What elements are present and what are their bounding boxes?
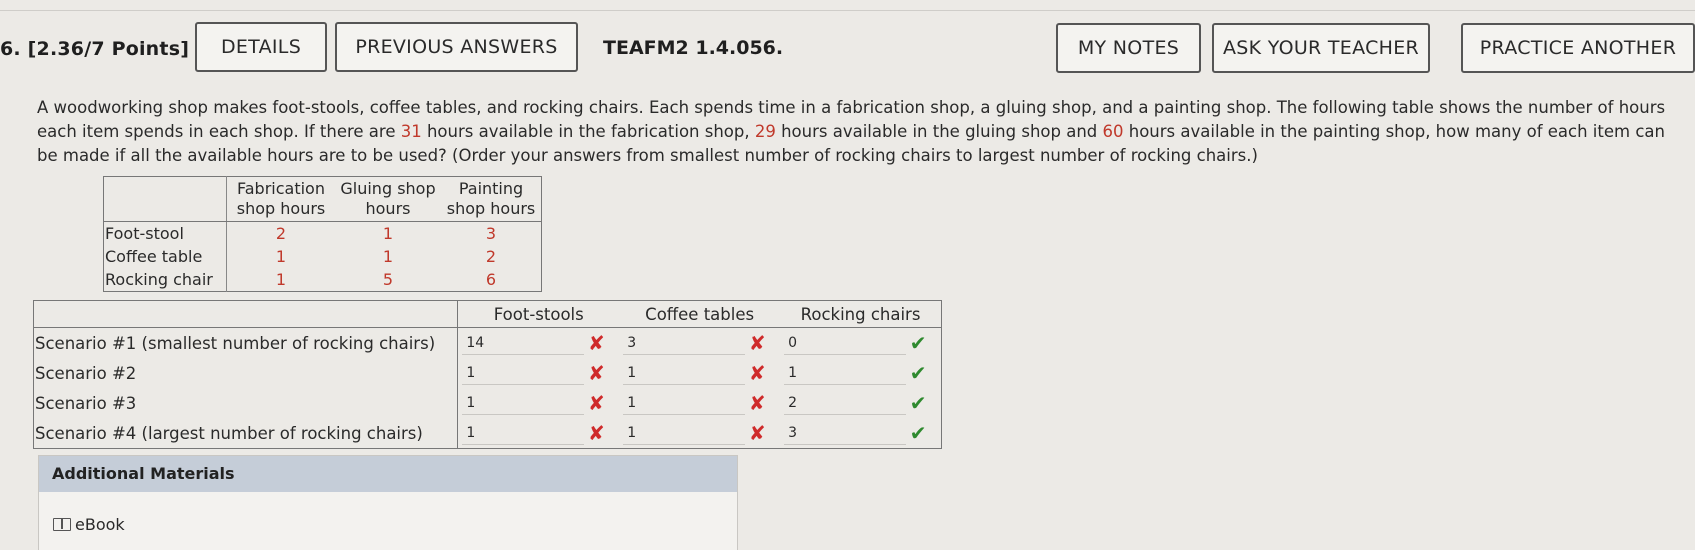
ebook-link[interactable]: eBook bbox=[53, 515, 125, 534]
rocking-chairs-answer-input[interactable]: 2 bbox=[784, 391, 907, 415]
additional-materials-panel: Additional Materials eBook bbox=[38, 455, 738, 550]
prompt-text-3: hours available in the gluing shop and bbox=[775, 122, 1103, 141]
rocking-chairs-answer-input[interactable]: 1 bbox=[784, 361, 907, 385]
hours-table-corner bbox=[103, 176, 227, 222]
scenario-row: Scenario #4 (largest number of rocking c… bbox=[33, 418, 942, 449]
ebook-label[interactable]: eBook bbox=[75, 515, 125, 534]
hours-cell: 3 bbox=[485, 224, 497, 243]
prompt-text-2: hours available in the fabrication shop, bbox=[421, 122, 755, 141]
hours-row-label: Rocking chair bbox=[103, 268, 227, 292]
check-mark-icon: ✔ bbox=[909, 331, 927, 355]
scenario-row: Scenario #2 1 ✘ 1 ✘ 1 ✔ bbox=[33, 358, 942, 388]
gluing-header: Gluing shop hours bbox=[335, 176, 441, 222]
coffee-tables-answer-input[interactable]: 1 bbox=[623, 361, 746, 385]
hours-cell: 5 bbox=[382, 270, 394, 289]
question-header: 6. [2.36/7 Points] DETAILS PREVIOUS ANSW… bbox=[0, 22, 1695, 76]
hours-row-label: Coffee table bbox=[103, 245, 227, 268]
hours-row: Coffee table 1 1 2 bbox=[103, 245, 542, 268]
hours-cell: 2 bbox=[485, 247, 497, 266]
painting-header: Painting shop hours bbox=[441, 176, 542, 222]
hours-cell: 1 bbox=[382, 247, 394, 266]
scenario-row: Scenario #1 (smallest number of rocking … bbox=[33, 327, 942, 358]
hours-row-label: Foot-stool bbox=[103, 221, 227, 245]
scenario-row: Scenario #3 1 ✘ 1 ✘ 2 ✔ bbox=[33, 388, 942, 418]
x-mark-icon: ✘ bbox=[587, 361, 605, 385]
hours-row: Foot-stool 2 1 3 bbox=[103, 221, 542, 245]
details-button[interactable]: DETAILS bbox=[195, 22, 327, 72]
hours-cell: 2 bbox=[275, 224, 287, 243]
foot-stools-header: Foot-stools bbox=[457, 300, 620, 328]
gluing-hours-value: 29 bbox=[754, 122, 776, 141]
coffee-tables-answer-input[interactable]: 1 bbox=[623, 421, 746, 445]
coffee-tables-answer-input[interactable]: 1 bbox=[623, 391, 746, 415]
ask-your-teacher-button[interactable]: ASK YOUR TEACHER bbox=[1212, 23, 1430, 73]
check-mark-icon: ✔ bbox=[909, 361, 927, 385]
book-icon bbox=[53, 518, 71, 531]
coffee-tables-header: Coffee tables bbox=[619, 300, 781, 328]
previous-answers-button[interactable]: PREVIOUS ANSWERS bbox=[335, 22, 578, 72]
x-mark-icon: ✘ bbox=[587, 421, 605, 445]
foot-stools-answer-input[interactable]: 1 bbox=[462, 421, 585, 445]
x-mark-icon: ✘ bbox=[748, 331, 766, 355]
rocking-chairs-answer-input[interactable]: 0 bbox=[784, 331, 907, 355]
scenario-answer-table: Foot-stools Coffee tables Rocking chairs… bbox=[33, 300, 942, 449]
hours-cell: 6 bbox=[485, 270, 497, 289]
fabrication-header: Fabrication shop hours bbox=[226, 176, 335, 222]
foot-stools-answer-input[interactable]: 14 bbox=[462, 331, 585, 355]
rocking-chairs-header: Rocking chairs bbox=[780, 300, 942, 328]
top-divider bbox=[0, 10, 1695, 11]
question-prompt: A woodworking shop makes foot-stools, co… bbox=[37, 96, 1687, 168]
scenario-label: Scenario #3 bbox=[33, 388, 459, 418]
question-points-label: 6. [2.36/7 Points] bbox=[0, 38, 190, 60]
hours-cell: 1 bbox=[275, 270, 287, 289]
coffee-tables-answer-input[interactable]: 3 bbox=[623, 331, 746, 355]
hours-cell: 1 bbox=[275, 247, 287, 266]
scenario-table-corner bbox=[33, 300, 459, 328]
x-mark-icon: ✘ bbox=[587, 331, 605, 355]
check-mark-icon: ✔ bbox=[909, 421, 927, 445]
shop-hours-table: Fabrication shop hours Gluing shop hours… bbox=[103, 176, 542, 292]
hours-row: Rocking chair 1 5 6 bbox=[103, 268, 542, 292]
additional-materials-title: Additional Materials bbox=[39, 456, 737, 492]
foot-stools-answer-input[interactable]: 1 bbox=[462, 391, 585, 415]
check-mark-icon: ✔ bbox=[909, 391, 927, 415]
x-mark-icon: ✘ bbox=[748, 391, 766, 415]
problem-code: TEAFM2 1.4.056. bbox=[603, 37, 784, 59]
scenario-label: Scenario #1 (smallest number of rocking … bbox=[33, 327, 459, 358]
foot-stools-answer-input[interactable]: 1 bbox=[462, 361, 585, 385]
x-mark-icon: ✘ bbox=[587, 391, 605, 415]
hours-cell: 1 bbox=[382, 224, 394, 243]
my-notes-button[interactable]: MY NOTES bbox=[1056, 23, 1201, 73]
x-mark-icon: ✘ bbox=[748, 361, 766, 385]
painting-hours-value: 60 bbox=[1102, 122, 1124, 141]
practice-another-button[interactable]: PRACTICE ANOTHER bbox=[1461, 23, 1695, 73]
fabrication-hours-value: 31 bbox=[400, 122, 422, 141]
rocking-chairs-answer-input[interactable]: 3 bbox=[784, 421, 907, 445]
scenario-label: Scenario #4 (largest number of rocking c… bbox=[33, 418, 459, 449]
scenario-label: Scenario #2 bbox=[33, 358, 459, 388]
x-mark-icon: ✘ bbox=[748, 421, 766, 445]
